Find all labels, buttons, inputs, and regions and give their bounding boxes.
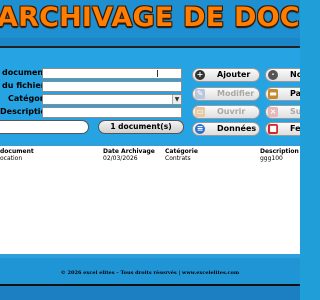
- document-name-input[interactable]: [42, 68, 182, 79]
- edit-icon: ✎: [195, 89, 205, 99]
- document-count: 1 document(s): [98, 120, 184, 134]
- footer: © 2026 excel elites – Tous droits réserv…: [0, 258, 300, 284]
- new-icon: ·: [268, 70, 278, 80]
- close-icon: ■: [268, 124, 278, 134]
- copyright-text: © 2026 excel elites – Tous droits réserv…: [60, 270, 240, 276]
- open-folder-icon: ▭: [195, 107, 205, 117]
- column-header[interactable]: Date Archivage: [103, 148, 155, 155]
- column-header[interactable]: Catégorie: [165, 148, 198, 155]
- file-path-input[interactable]: [42, 81, 182, 92]
- app-title: ARCHIVAGE DE DOCUMENTS: [0, 2, 300, 33]
- browse-button[interactable]: ▬ Parc: [265, 87, 300, 101]
- open-button[interactable]: ▭ Ouvrir: [192, 105, 260, 119]
- data-button[interactable]: ≡ Données: [192, 122, 260, 136]
- table-cell[interactable]: Contrats: [165, 155, 191, 162]
- field-label-file: du fichier: [2, 81, 45, 90]
- delete-button[interactable]: × Supp: [265, 105, 300, 119]
- table-cell[interactable]: ggg100: [260, 155, 283, 162]
- trash-icon: ×: [268, 107, 278, 117]
- table-cell[interactable]: 02/03/2026: [103, 155, 138, 162]
- column-header[interactable]: Description: [260, 148, 299, 155]
- chevron-down-icon[interactable]: ▼: [172, 95, 181, 104]
- app-window: ARCHIVAGE DE DOCUMENTS document du fichi…: [0, 0, 300, 300]
- database-icon: ≡: [195, 124, 205, 134]
- title-bar: ARCHIVAGE DE DOCUMENTS: [0, 0, 300, 38]
- bottom-bar: [0, 284, 300, 300]
- column-header[interactable]: document: [0, 148, 34, 155]
- new-button[interactable]: · Nou: [265, 68, 300, 82]
- description-input[interactable]: [42, 107, 182, 118]
- add-button[interactable]: + Ajouter: [192, 68, 260, 82]
- plus-icon: +: [195, 70, 205, 80]
- folder-icon: ▬: [268, 89, 278, 99]
- documents-table: document Date Archivage Catégorie Descri…: [0, 146, 300, 254]
- category-select[interactable]: ▼: [42, 94, 182, 105]
- field-label-document: document: [2, 68, 47, 77]
- table-cell[interactable]: ocation: [0, 155, 22, 162]
- title-divider: [0, 38, 300, 46]
- text-caret: [157, 70, 158, 77]
- modify-button[interactable]: ✎ Modifier: [192, 87, 260, 101]
- close-button[interactable]: ■ Fe: [265, 122, 300, 136]
- search-input[interactable]: [0, 120, 89, 134]
